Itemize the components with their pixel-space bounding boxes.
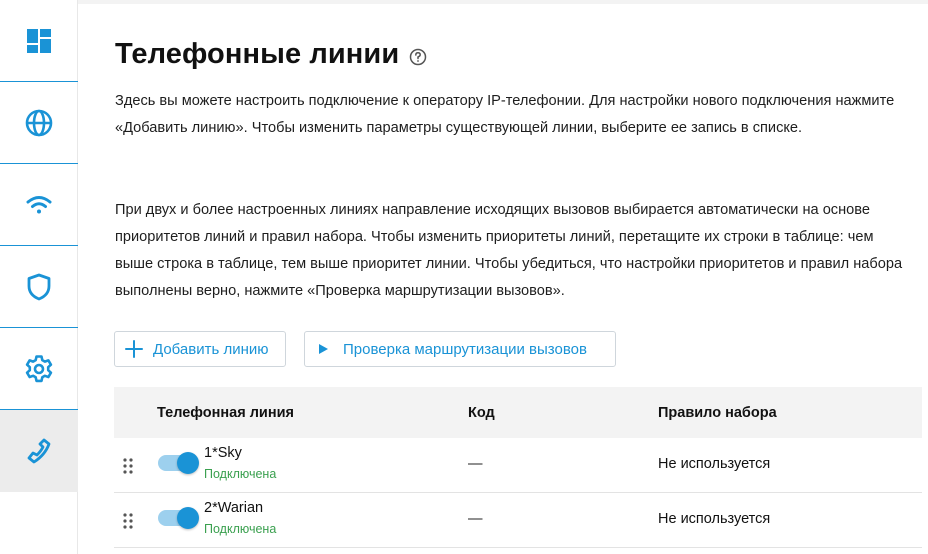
line-dial-rule: Не используется [658, 511, 771, 527]
drag-handle-icon[interactable] [122, 457, 134, 475]
check-routing-label: Проверка маршрутизации вызовов [343, 340, 587, 358]
nav-security[interactable] [0, 246, 78, 328]
check-routing-button[interactable]: Проверка маршрутизации вызовов [304, 331, 616, 367]
gear-icon [25, 355, 53, 383]
priority-paragraph: При двух и более настроенных линиях напр… [115, 202, 903, 299]
sidebar [0, 0, 78, 554]
dashboard-icon [27, 29, 51, 53]
line-status: Подключена [204, 522, 277, 536]
globe-icon [25, 109, 53, 137]
column-header-code: Код [468, 404, 495, 421]
wifi-icon [26, 196, 52, 214]
play-icon [319, 344, 328, 354]
top-strip [78, 0, 928, 4]
nav-dashboard[interactable] [0, 0, 78, 82]
title-row: Телефонные линии [115, 38, 427, 71]
nav-wifi[interactable] [0, 164, 78, 246]
table-row[interactable]: 2*Warian Подключена — Не используется [114, 493, 922, 548]
add-line-label: Добавить линию [153, 340, 269, 358]
column-header-rule: Правило набора [658, 404, 777, 421]
main-content: Телефонные линии Здесь вы можете настрои… [78, 0, 928, 554]
line-enabled-toggle[interactable] [158, 507, 199, 529]
table-header: Телефонная линия Код Правило набора [114, 387, 922, 438]
drag-handle-icon[interactable] [122, 512, 134, 530]
nav-internet[interactable] [0, 82, 78, 164]
help-icon[interactable] [409, 48, 427, 66]
plus-icon [125, 340, 143, 358]
line-name: 1*Sky [204, 445, 242, 461]
line-enabled-toggle[interactable] [158, 452, 199, 474]
nav-settings[interactable] [0, 328, 78, 410]
line-dial-rule: Не используется [658, 456, 771, 472]
line-name: 2*Warian [204, 500, 264, 516]
line-code: — [468, 456, 483, 472]
add-line-button[interactable]: Добавить линию [114, 331, 286, 367]
column-header-line: Телефонная линия [157, 404, 294, 421]
nav-telephony[interactable] [0, 410, 78, 492]
table-row[interactable]: 1*Sky Подключена — Не используется [114, 438, 922, 493]
line-status: Подключена [204, 467, 277, 481]
shield-icon [27, 273, 51, 301]
page-title: Телефонные линии [115, 38, 400, 70]
intro-paragraph: Здесь вы можете настроить подключение к … [115, 93, 895, 136]
phone-icon [27, 438, 51, 464]
toggle-knob [177, 452, 199, 474]
toggle-knob [177, 507, 199, 529]
line-code: — [468, 511, 483, 527]
lines-table: Телефонная линия Код Правило набора 1*Sk… [114, 387, 922, 548]
